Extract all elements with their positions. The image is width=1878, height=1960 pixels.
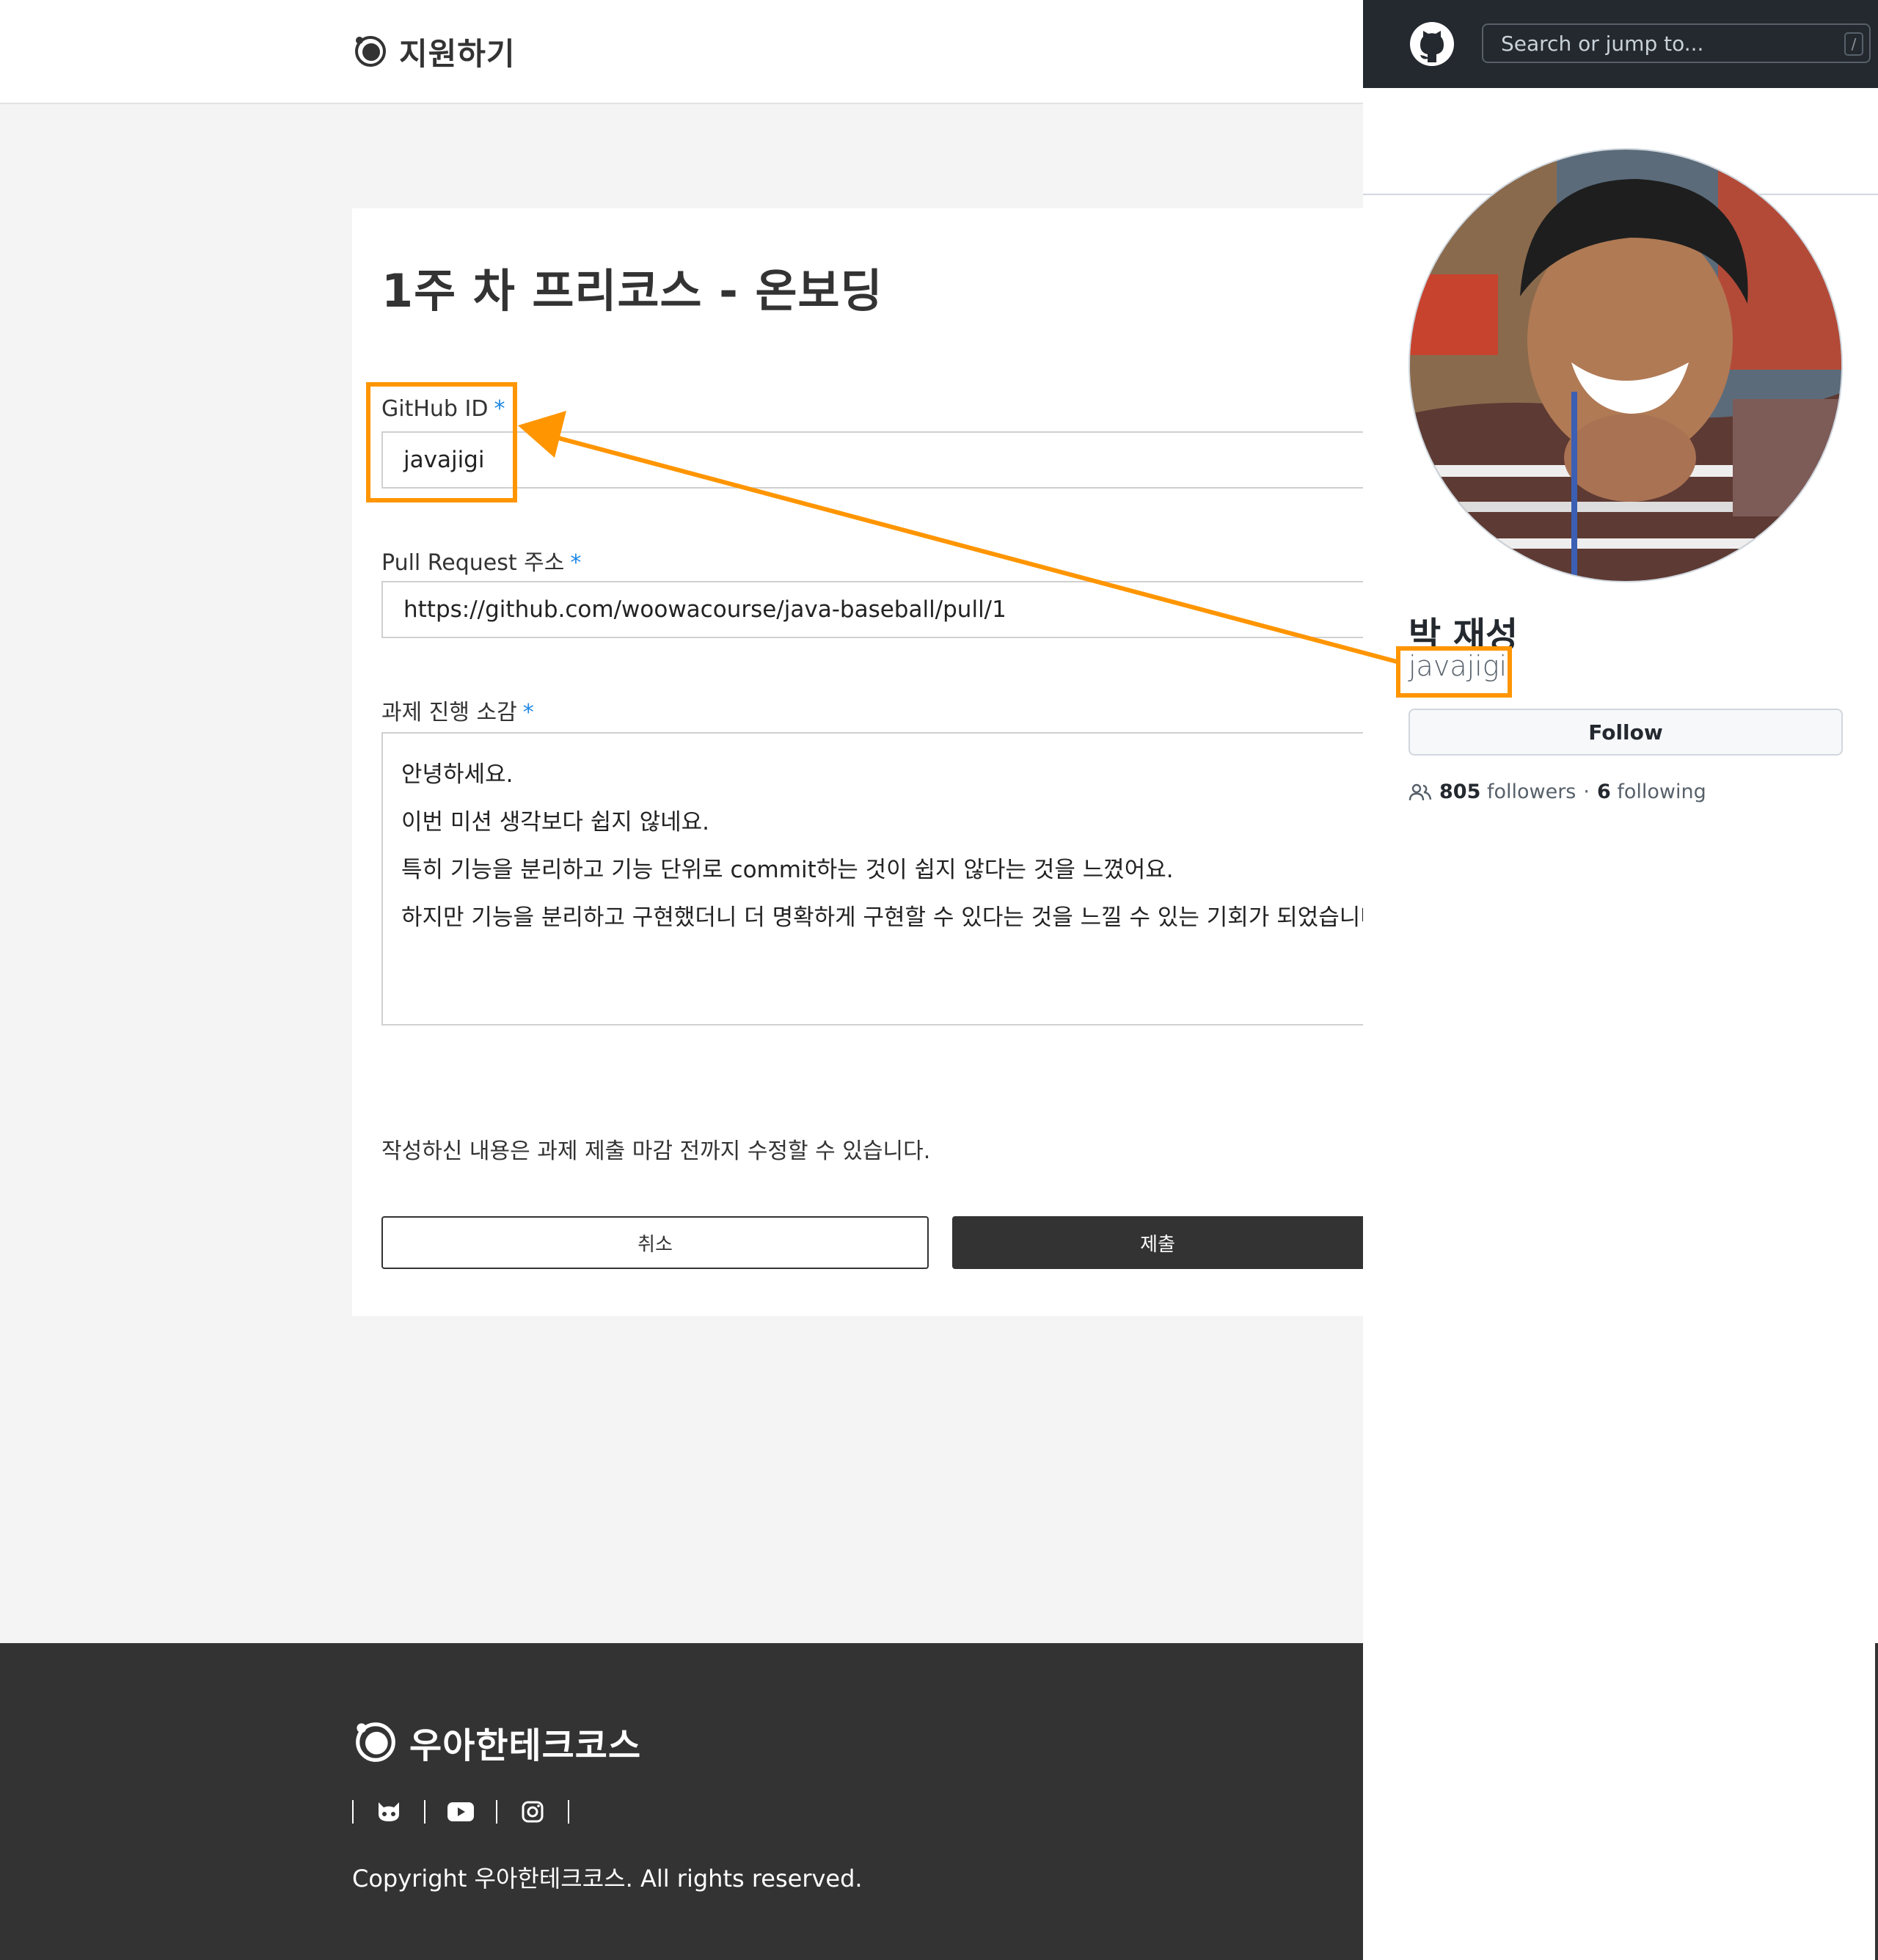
required-mark: * — [522, 700, 534, 725]
app-brand[interactable]: 지원하기 — [352, 29, 516, 73]
review-textarea[interactable]: 안녕하세요. 이번 미션 생각보다 쉽지 않네요. 특히 기능을 분리하고 기능… — [381, 732, 1389, 1025]
followers-link[interactable]: 805 followers — [1439, 780, 1576, 803]
follow-stats: 805 followers · 6 following — [1408, 780, 1706, 803]
pr-url-label: Pull Request 주소 * — [381, 550, 582, 576]
people-icon — [1408, 783, 1432, 800]
footer-social-links — [352, 1797, 569, 1826]
avatar-photo — [1410, 150, 1841, 581]
github-id-input[interactable]: javajigi — [381, 431, 1379, 489]
review-line: 하지만 기능을 분리하고 구현했더니 더 명확하게 구현할 수 있다는 것을 느… — [401, 904, 1389, 931]
profile-avatar[interactable] — [1408, 148, 1843, 582]
instagram-icon[interactable] — [497, 1797, 568, 1826]
divider — [568, 1800, 569, 1824]
review-label: 과제 진행 소감 * — [381, 700, 534, 725]
github-id-label: GitHub ID * — [381, 396, 505, 422]
pr-url-value: https://github.com/woowacourse/java-base… — [403, 596, 1006, 623]
footer-brand: 우아한테크코스 — [352, 1716, 641, 1768]
github-header: Search or jump to... / — [1363, 0, 1878, 88]
review-line: 안녕하세요. — [401, 761, 514, 788]
github-icon[interactable] — [354, 1797, 424, 1826]
divider — [1875, 1643, 1878, 1960]
edit-notice: 작성하신 내용은 과제 제출 마감 전까지 수정할 수 있습니다. — [381, 1138, 931, 1164]
application-form: 1주 차 프리코스 - 온보딩 GitHub ID * javajigi Pull… — [352, 208, 1392, 1316]
youtube-icon[interactable] — [425, 1797, 496, 1826]
follow-button[interactable]: Follow — [1408, 709, 1843, 756]
app-header: 지원하기 — [0, 0, 1363, 104]
required-mark: * — [570, 550, 582, 576]
form-title: 1주 차 프리코스 - 온보딩 — [381, 264, 883, 318]
stats-separator: · — [1583, 780, 1590, 803]
review-line: 특히 기능을 분리하고 기능 단위로 commit하는 것이 쉽지 않다는 것을… — [401, 857, 1174, 883]
app-brand-text: 지원하기 — [399, 35, 516, 72]
footer-brand-text: 우아한테크코스 — [409, 1725, 642, 1766]
pr-url-input[interactable]: https://github.com/woowacourse/java-base… — [381, 581, 1379, 638]
github-profile-panel: Search or jump to... / 박 재성 javajigi Fol… — [1363, 0, 1878, 1960]
search-shortcut-badge: / — [1844, 32, 1863, 56]
woowa-logo-icon — [356, 1722, 395, 1762]
following-link[interactable]: 6 following — [1597, 780, 1706, 803]
cancel-button[interactable]: 취소 — [381, 1216, 929, 1269]
woowa-logo-icon — [355, 36, 386, 67]
copyright-text: Copyright 우아한테크코스. All rights reserved. — [352, 1865, 863, 1893]
required-mark: * — [494, 396, 505, 422]
submit-button[interactable]: 제출 — [952, 1216, 1392, 1269]
github-search-input[interactable]: Search or jump to... / — [1482, 23, 1871, 63]
search-placeholder: Search or jump to... — [1501, 31, 1704, 56]
review-line: 이번 미션 생각보다 쉽지 않네요. — [401, 809, 710, 835]
footer: 우아한테크코스 Copyright 우아한테크코스. All rights re… — [0, 1643, 1363, 1960]
profile-username: javajigi — [1408, 650, 1508, 682]
github-logo-icon[interactable] — [1408, 21, 1455, 67]
github-id-value: javajigi — [403, 447, 485, 473]
